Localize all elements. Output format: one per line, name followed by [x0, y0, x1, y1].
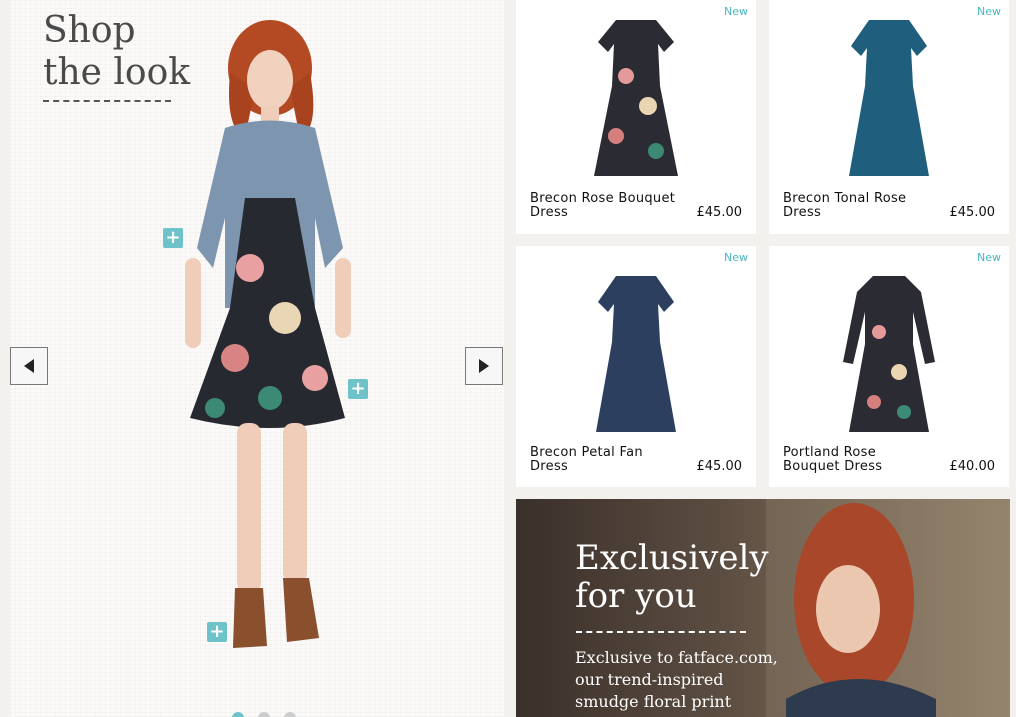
exclusive-promo-banner[interactable]: Exclusively for you Exclusive to fatface… — [516, 499, 1010, 717]
product-name[interactable]: Brecon Tonal Rose Dress — [783, 192, 933, 220]
shop-the-look-title: Shop the look — [43, 10, 190, 94]
triangle-left-icon — [24, 359, 34, 373]
promo-text-line-3: smudge floral print — [575, 692, 732, 711]
product-price: £40.00 — [949, 459, 996, 474]
product-price: £45.00 — [696, 459, 743, 474]
new-badge: New — [977, 5, 1001, 18]
promo-headline-line-2: for you — [575, 576, 697, 616]
previous-button[interactable] — [10, 347, 48, 385]
promo-headline: Exclusively for you — [575, 539, 769, 615]
plus-icon[interactable]: + — [163, 228, 183, 248]
promo-text-line-1: Exclusive to fatface.com, — [575, 648, 778, 667]
product-image — [843, 276, 935, 432]
promo-text: Exclusive to fatface.com, our trend-insp… — [575, 647, 795, 713]
product-price: £45.00 — [696, 205, 743, 220]
product-image — [849, 20, 929, 176]
title-line-2: the look — [43, 52, 191, 93]
plus-icon[interactable]: + — [348, 379, 368, 399]
slide-dot[interactable] — [232, 712, 244, 717]
product-card[interactable]: New Brecon Rose Bouquet Dress £45.00 — [516, 0, 756, 234]
product-image — [594, 20, 678, 176]
slide-dot[interactable] — [258, 712, 270, 717]
product-card[interactable]: New Brecon Petal Fan Dress £45.00 — [516, 246, 756, 487]
product-price: £45.00 — [949, 205, 996, 220]
shop-the-look-panel: Shop the look + + + — [10, 0, 504, 717]
next-button[interactable] — [465, 347, 503, 385]
slide-dots — [232, 712, 296, 717]
new-badge: New — [977, 251, 1001, 264]
product-image — [596, 276, 676, 432]
promo-dashed-rule — [576, 631, 746, 633]
plus-icon[interactable]: + — [207, 622, 227, 642]
promo-headline-line-1: Exclusively — [575, 538, 769, 578]
new-badge: New — [724, 251, 748, 264]
promo-text-line-2: our trend-inspired — [575, 670, 724, 689]
title-dashed-rule — [43, 100, 171, 102]
product-name[interactable]: Portland Rose Bouquet Dress — [783, 446, 933, 474]
model-image — [185, 20, 351, 648]
product-card[interactable]: New Brecon Tonal Rose Dress £45.00 — [769, 0, 1009, 234]
product-name[interactable]: Brecon Petal Fan Dress — [530, 446, 680, 474]
product-card[interactable]: New Portland Rose Bouquet Dress £40.00 — [769, 246, 1009, 487]
slide-dot[interactable] — [284, 712, 296, 717]
promo-photo — [766, 499, 1010, 717]
new-badge: New — [724, 5, 748, 18]
product-name[interactable]: Brecon Rose Bouquet Dress — [530, 192, 680, 220]
title-line-1: Shop — [43, 10, 136, 51]
triangle-right-icon — [479, 359, 489, 373]
